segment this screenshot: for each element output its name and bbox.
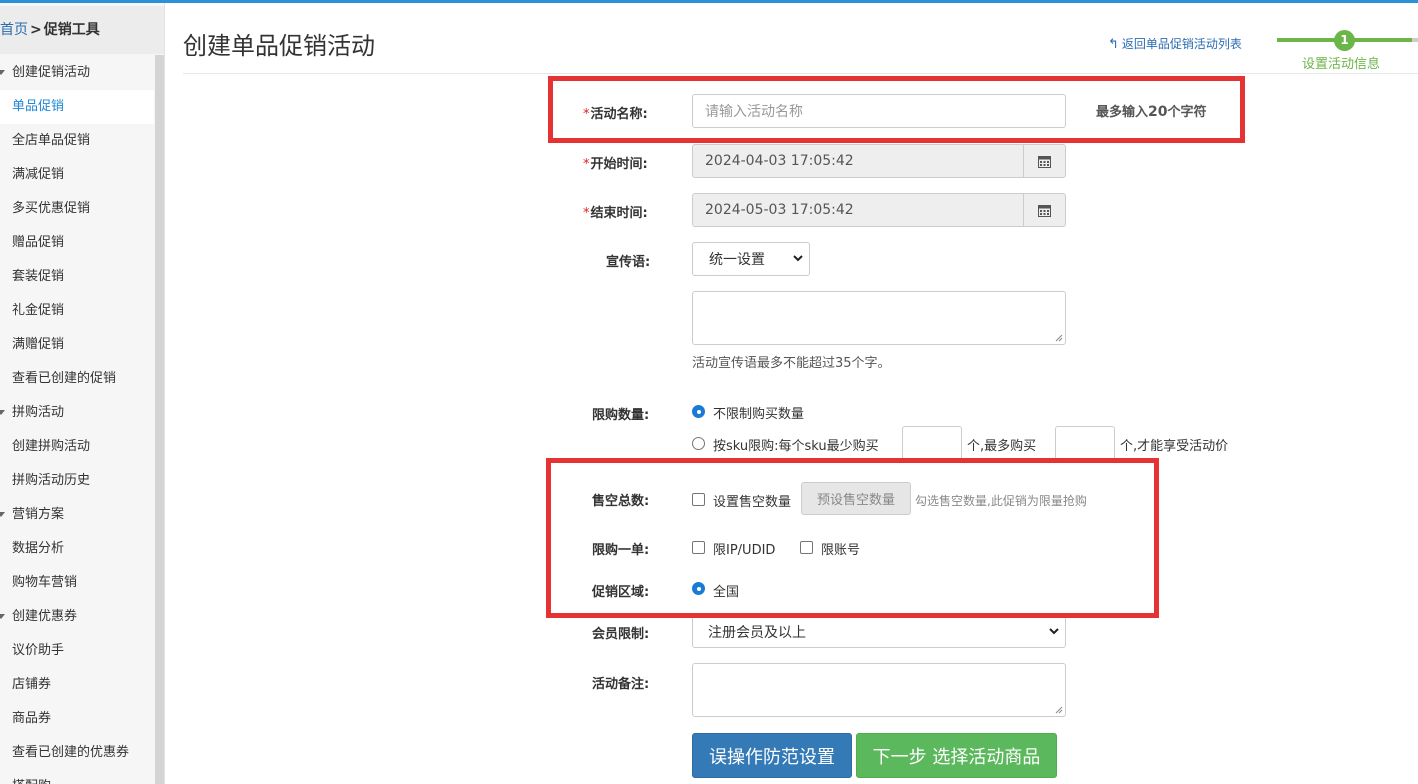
limit-sku-radio[interactable] bbox=[692, 437, 705, 450]
sidebar-item[interactable]: 店铺券 bbox=[0, 668, 154, 702]
resize-grip-icon[interactable] bbox=[1055, 706, 1063, 714]
sidebar-item[interactable]: 数据分析 bbox=[0, 532, 154, 566]
remark-label: 活动备注: bbox=[592, 677, 650, 692]
step-progress-line-rest bbox=[1412, 38, 1418, 42]
limit-unlimited-label: 不限制购买数量 bbox=[713, 407, 805, 422]
limit-account-label: 限账号 bbox=[821, 543, 861, 558]
start-time-label: *开始时间: bbox=[583, 153, 648, 172]
limit-num: 20 bbox=[1148, 104, 1168, 120]
header-divider bbox=[183, 73, 1418, 74]
end-time-input[interactable]: 2024-05-03 17:05:42 bbox=[692, 193, 1066, 227]
limit-ip-checkbox[interactable] bbox=[692, 541, 705, 554]
sidebar-menu: 创建促销活动 单品促销 全店单品促销 满减促销 多买优惠促销 赠品促销 套装促销 礼金促销 满赠… bbox=[0, 56, 154, 784]
slogan-select[interactable]: 统一设置 bbox=[692, 242, 810, 276]
one-order-label: 限购一单: bbox=[592, 543, 650, 558]
breadcrumb-home-link[interactable]: 首页 bbox=[0, 22, 28, 38]
sidebar-item[interactable]: 商品券 bbox=[0, 702, 154, 736]
sidebar-item[interactable]: 查看已创建的优惠券 bbox=[0, 736, 154, 770]
sidebar-item[interactable]: 创建促销活动 bbox=[0, 56, 154, 90]
limit-mid-text: 个,最多购买 bbox=[967, 439, 1037, 454]
sidebar-item[interactable]: 满赠促销 bbox=[0, 328, 154, 362]
required-star: * bbox=[583, 206, 590, 221]
slogan-select-value: 统一设置 bbox=[709, 252, 765, 268]
resize-grip-icon[interactable] bbox=[1055, 334, 1063, 342]
step-number-badge: 1 bbox=[1334, 30, 1355, 51]
required-star: * bbox=[583, 107, 590, 122]
activity-name-input[interactable]: 请输入活动名称 bbox=[692, 94, 1066, 128]
region-nationwide-label: 全国 bbox=[713, 585, 740, 600]
sidebar-item[interactable]: 拼购活动历史 bbox=[0, 464, 154, 498]
limit-prefix: 最多输入 bbox=[1096, 105, 1149, 120]
slogan-label: 宣传语: bbox=[606, 255, 651, 270]
sidebar-item[interactable]: 营销方案 bbox=[0, 498, 154, 532]
page-title: 创建单品促销活动 bbox=[183, 32, 375, 60]
limit-unlimited-radio[interactable] bbox=[692, 405, 705, 418]
calendar-icon[interactable] bbox=[1023, 194, 1065, 226]
start-time-input[interactable]: 2024-04-03 17:05:42 bbox=[692, 144, 1066, 178]
breadcrumb-separator: > bbox=[30, 22, 42, 38]
member-limit-value: 注册会员及以上 bbox=[708, 624, 806, 641]
sidebar-item[interactable]: 套装促销 bbox=[0, 260, 154, 294]
limit-quantity-label: 限购数量: bbox=[592, 408, 650, 423]
sidebar-item[interactable]: 单品促销 bbox=[0, 90, 154, 124]
sidebar-scrollbar[interactable] bbox=[155, 55, 164, 784]
next-step-button[interactable]: 下一步 选择活动商品 bbox=[856, 733, 1057, 778]
end-time-value: 2024-05-03 17:05:42 bbox=[705, 202, 854, 218]
slogan-hint: 活动宣传语最多不能超过35个字。 bbox=[692, 356, 891, 371]
chevron-down-icon bbox=[1049, 627, 1059, 634]
sellout-checkbox-label: 设置售空数量 bbox=[713, 495, 792, 510]
start-time-label-text: 开始时间: bbox=[590, 157, 648, 172]
member-limit-select[interactable]: 注册会员及以上 bbox=[692, 615, 1066, 648]
preset-sellout-button[interactable]: 预设售空数量 bbox=[801, 482, 911, 515]
breadcrumb-current: 促销工具 bbox=[43, 22, 100, 38]
sidebar-item[interactable]: 满减促销 bbox=[0, 158, 154, 192]
sidebar-item[interactable]: 多买优惠促销 bbox=[0, 192, 154, 226]
region-label: 促销区域: bbox=[592, 585, 650, 600]
remark-textarea[interactable] bbox=[692, 663, 1066, 717]
chevron-down-icon bbox=[793, 255, 803, 262]
sidebar-item[interactable]: 拼购活动 bbox=[0, 396, 154, 430]
back-to-list-link[interactable]: ↰ 返回单品促销活动列表 bbox=[1108, 35, 1242, 52]
sellout-checkbox[interactable] bbox=[692, 493, 705, 506]
calendar-icon[interactable] bbox=[1023, 145, 1065, 177]
sidebar-item[interactable]: 创建优惠券 bbox=[0, 600, 154, 634]
sidebar-item[interactable]: 议价助手 bbox=[0, 634, 154, 668]
region-nationwide-radio[interactable] bbox=[692, 582, 705, 595]
member-limit-label: 会员限制: bbox=[592, 627, 650, 642]
limit-ip-label: 限IP/UDID bbox=[713, 543, 776, 558]
end-time-label-text: 结束时间: bbox=[590, 206, 648, 221]
min-buy-input[interactable] bbox=[902, 426, 962, 460]
sidebar-item[interactable]: 全店单品促销 bbox=[0, 124, 154, 158]
step-label: 设置活动信息 bbox=[1302, 57, 1381, 72]
end-time-label: *结束时间: bbox=[583, 202, 648, 221]
sellout-label: 售空总数: bbox=[592, 494, 650, 509]
required-star: * bbox=[583, 157, 590, 172]
sidebar-item[interactable]: 购物车营销 bbox=[0, 566, 154, 600]
activity-name-label: *活动名称: bbox=[583, 103, 648, 122]
start-time-value: 2024-04-03 17:05:42 bbox=[705, 153, 854, 169]
slogan-textarea[interactable] bbox=[692, 291, 1066, 345]
activity-name-label-text: 活动名称: bbox=[590, 107, 648, 122]
sidebar: 首页 > 促销工具 创建促销活动 单品促销 全店单品促销 满减促销 多买优惠促销 赠品促销 套装… bbox=[0, 3, 165, 784]
sidebar-item[interactable]: 查看已创建的促销 bbox=[0, 362, 154, 396]
sidebar-item[interactable]: 搭配购 bbox=[0, 770, 154, 784]
activity-name-limit: 最多输入20个字符 bbox=[1096, 101, 1207, 120]
misoperation-settings-button[interactable]: 误操作防范设置 bbox=[692, 733, 852, 778]
sidebar-item[interactable]: 创建拼购活动 bbox=[0, 430, 154, 464]
back-link-label: 返回单品促销活动列表 bbox=[1121, 37, 1242, 51]
max-buy-input[interactable] bbox=[1055, 426, 1115, 460]
limit-sku-label: 按sku限购:每个sku最少购买 bbox=[713, 439, 879, 454]
limit-account-checkbox[interactable] bbox=[800, 541, 813, 554]
limit-suffix: 个字符 bbox=[1167, 105, 1207, 120]
limit-end-text: 个,才能享受活动价 bbox=[1120, 439, 1229, 454]
sidebar-item[interactable]: 礼金促销 bbox=[0, 294, 154, 328]
top-accent-line bbox=[0, 0, 1418, 3]
sellout-hint: 勾选售空数量,此促销为限量抢购 bbox=[915, 494, 1087, 508]
activity-name-placeholder: 请输入活动名称 bbox=[705, 104, 803, 120]
sidebar-item[interactable]: 赠品促销 bbox=[0, 226, 154, 260]
breadcrumb: 首页 > 促销工具 bbox=[0, 6, 164, 54]
back-arrow-icon: ↰ bbox=[1108, 37, 1119, 52]
